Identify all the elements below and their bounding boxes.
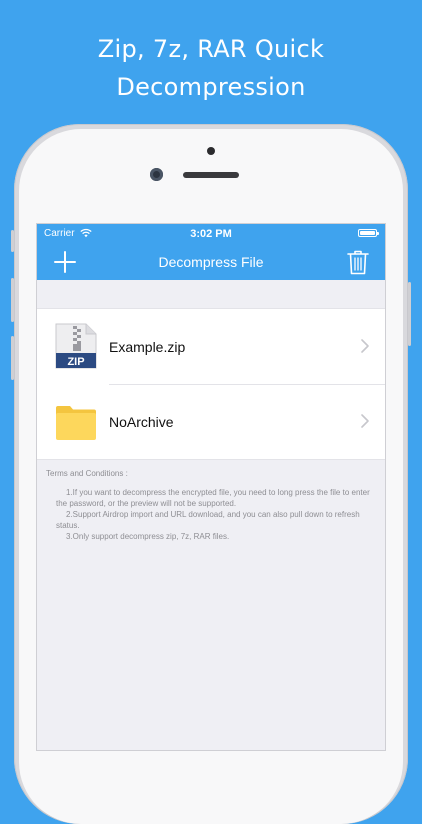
status-bar: Carrier 3:02 PM xyxy=(37,224,385,244)
phone-volume-up xyxy=(11,278,14,322)
zip-badge-text: ZIP xyxy=(67,356,84,368)
zip-file-icon: ZIP xyxy=(55,323,97,369)
phone-volume-down xyxy=(11,336,14,380)
list-top-spacer xyxy=(37,280,385,308)
page-title: Decompress File xyxy=(158,254,264,270)
terms-and-conditions: Terms and Conditions : 1.If you want to … xyxy=(37,460,385,542)
file-row-example-zip[interactable]: ZIP Example.zip xyxy=(37,309,385,384)
promo-line-2: Decompression xyxy=(116,73,306,101)
app-screen: Carrier 3:02 PM Decompress File ZIP Exam… xyxy=(37,224,385,750)
trash-icon[interactable] xyxy=(347,249,369,275)
promo-headline: Zip, 7z, RAR Quick Decompression xyxy=(0,30,422,106)
terms-item-3: 3.Only support decompress zip, 7z, RAR f… xyxy=(66,532,230,541)
terms-item-1: 1.If you want to decompress the encrypte… xyxy=(56,488,370,508)
file-list: ZIP Example.zip NoArchive xyxy=(37,308,385,460)
file-row-noarchive[interactable]: NoArchive xyxy=(37,384,385,459)
battery-icon xyxy=(358,229,379,237)
terms-heading: Terms and Conditions : xyxy=(46,469,128,478)
status-time: 3:02 PM xyxy=(190,228,232,240)
chevron-right-icon xyxy=(361,414,369,428)
promo-line-1: Zip, 7z, RAR Quick xyxy=(97,35,325,63)
folder-icon xyxy=(56,406,96,440)
proximity-sensor xyxy=(207,147,215,155)
chevron-right-icon xyxy=(361,339,369,353)
navigation-bar: Decompress File xyxy=(37,244,385,280)
phone-power-button xyxy=(408,282,411,346)
earpiece-speaker xyxy=(183,172,239,178)
terms-item-2: 2.Support Airdrop import and URL downloa… xyxy=(56,510,360,530)
terms-list: 1.If you want to decompress the encrypte… xyxy=(46,487,376,542)
phone-mute-switch xyxy=(11,230,14,252)
file-name: Example.zip xyxy=(109,339,186,355)
file-name: NoArchive xyxy=(109,414,174,430)
front-camera xyxy=(150,168,163,181)
